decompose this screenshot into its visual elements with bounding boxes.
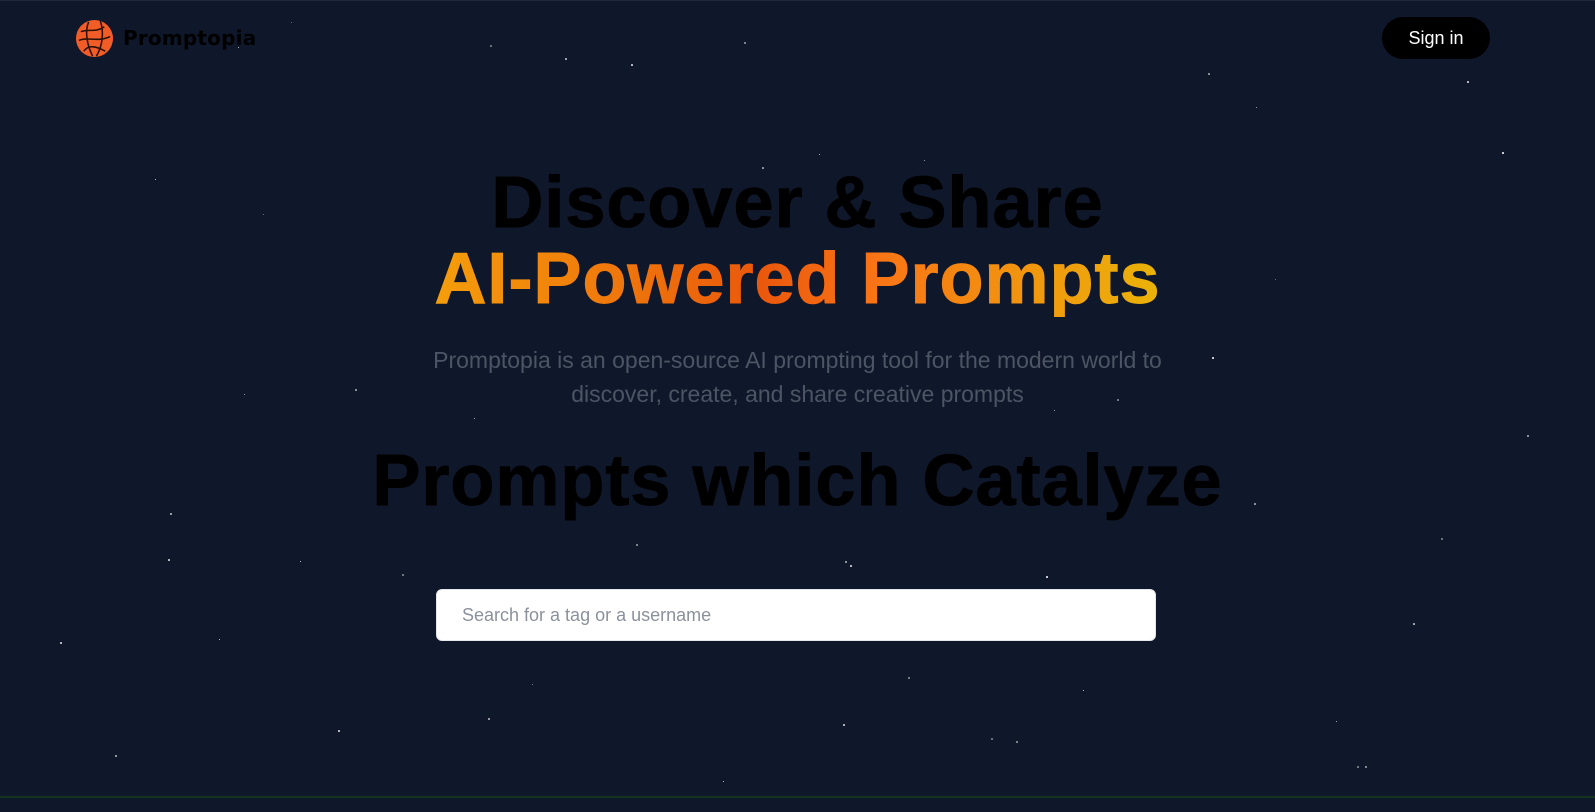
page: Promptopia Sign in Discover & Share AI-P… bbox=[0, 0, 1595, 812]
top-nav: Promptopia Sign in bbox=[75, 17, 1490, 59]
star-dot bbox=[402, 574, 404, 576]
star-dot bbox=[991, 738, 993, 740]
star-dot bbox=[115, 755, 117, 757]
star-dot bbox=[924, 160, 926, 162]
star-dot bbox=[488, 718, 490, 720]
hero-description: Promptopia is an open-source AI promptin… bbox=[433, 347, 1162, 407]
star-dot bbox=[532, 684, 534, 686]
brand-link[interactable]: Promptopia bbox=[75, 19, 256, 58]
search-input[interactable] bbox=[436, 589, 1156, 641]
star-dot bbox=[338, 730, 340, 732]
hero-section: Discover & Share AI-Powered Prompts Prom… bbox=[0, 163, 1595, 521]
hero-tagline: Prompts which Catalyze bbox=[372, 441, 1223, 521]
star-dot bbox=[1365, 766, 1367, 768]
star-dot bbox=[850, 565, 852, 567]
star-dot bbox=[1502, 152, 1504, 154]
star-dot bbox=[1441, 538, 1444, 541]
star-dot bbox=[1413, 623, 1415, 625]
star-dot bbox=[1208, 73, 1210, 75]
star-dot bbox=[636, 544, 638, 546]
star-dot bbox=[300, 561, 302, 563]
star-dot bbox=[1256, 107, 1258, 109]
star-dot bbox=[843, 724, 845, 726]
star-dot bbox=[1467, 81, 1469, 83]
star-dot bbox=[1336, 721, 1338, 723]
star-dot bbox=[219, 639, 221, 641]
hero-heading-gradient: AI-Powered Prompts bbox=[434, 239, 1161, 319]
star-dot bbox=[1016, 741, 1018, 743]
hero-heading-line1: Discover & Share bbox=[491, 163, 1104, 243]
star-dot bbox=[908, 677, 910, 679]
star-dot bbox=[168, 559, 170, 561]
brand-name: Promptopia bbox=[123, 26, 257, 50]
star-dot bbox=[1357, 766, 1359, 768]
sign-in-button[interactable]: Sign in bbox=[1382, 17, 1490, 59]
search-form bbox=[436, 589, 1156, 641]
star-dot bbox=[60, 642, 62, 644]
star-dot bbox=[819, 154, 821, 156]
bottom-divider bbox=[0, 796, 1595, 798]
star-dot bbox=[631, 64, 633, 66]
promptopia-logo-icon bbox=[75, 19, 114, 57]
star-dot bbox=[1083, 690, 1085, 692]
star-dot bbox=[845, 561, 847, 563]
star-dot bbox=[723, 781, 725, 783]
star-dot bbox=[1046, 576, 1048, 578]
